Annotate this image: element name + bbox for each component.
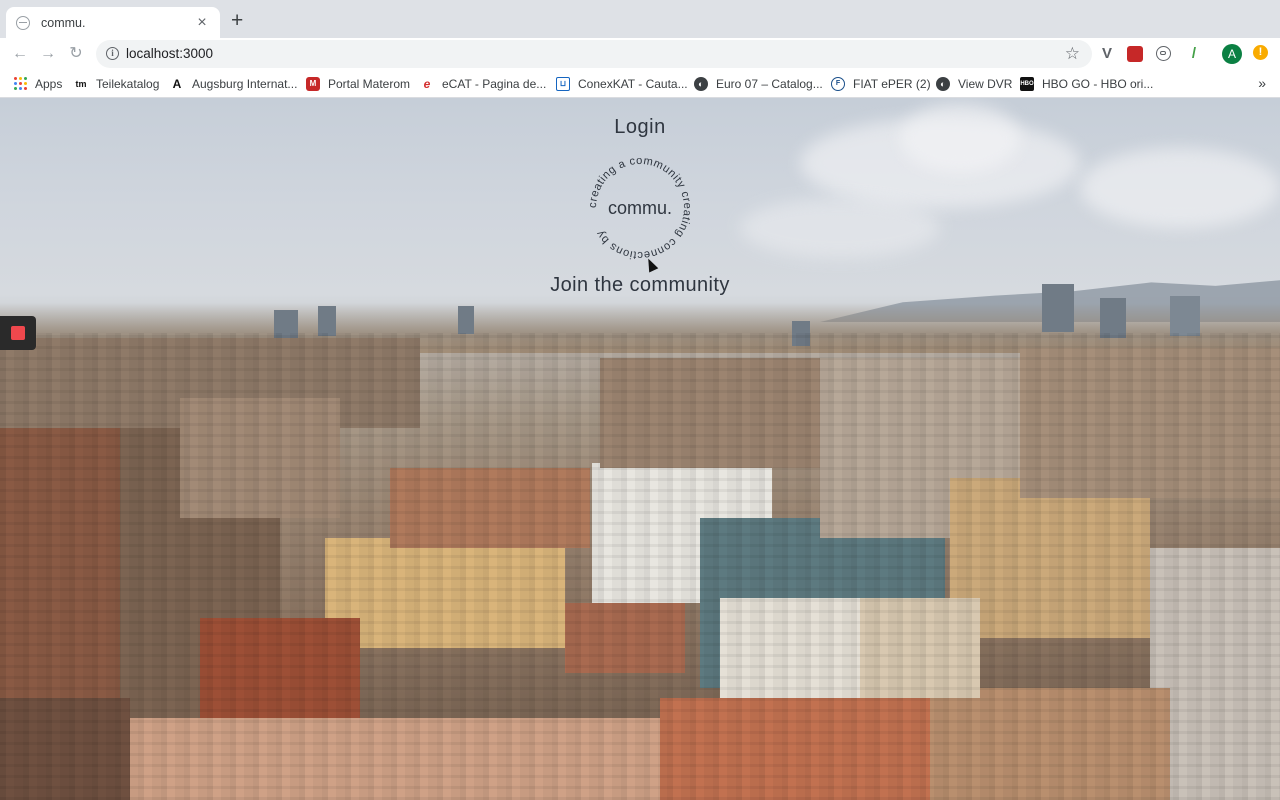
brush-extension-icon[interactable]: / (1185, 45, 1203, 63)
profile-avatar[interactable]: A (1222, 44, 1242, 64)
page-content: Login creating a community creating conn… (0, 98, 1280, 800)
bookmark-ecat[interactable]: e eCAT - Pagina de... (420, 70, 547, 97)
bookmarks-bar: Apps tm Teilekatalog A Augsburg Internat… (0, 70, 1280, 98)
site-info-icon[interactable]: i (106, 47, 119, 60)
bookmark-euro07[interactable]: ◐ Euro 07 – Catalog... (694, 70, 823, 97)
city-texture (0, 333, 1280, 800)
materom-icon: M (306, 76, 320, 91)
vivaldi-extension-icon[interactable]: V (1098, 45, 1116, 63)
fiat-icon: F (831, 76, 845, 91)
skyline-tower (458, 306, 474, 334)
bookmark-apps[interactable]: Apps (13, 70, 62, 97)
tab-title: commu. (41, 15, 86, 30)
bookmark-teilekatalog[interactable]: tm Teilekatalog (74, 70, 160, 97)
close-tab-icon[interactable]: × (194, 14, 210, 31)
globe-icon: ◐ (694, 76, 708, 91)
hbo-icon: HBO (1020, 76, 1034, 91)
bookmark-star-icon[interactable]: ☆ (1065, 44, 1080, 64)
globe-icon: ◐ (936, 76, 950, 91)
skyline-tower (1170, 296, 1200, 336)
join-community-link[interactable]: Join the community (0, 274, 1280, 297)
skyline-tower (1100, 298, 1126, 338)
login-link[interactable]: Login (0, 116, 1280, 139)
record-button[interactable] (0, 316, 36, 350)
update-alert-icon[interactable]: ! (1253, 45, 1268, 60)
bookmark-label: FIAT ePER (2) (853, 76, 931, 91)
reload-button[interactable]: ↻ (65, 43, 87, 65)
address-bar[interactable]: i localhost:3000 ☆ (96, 40, 1092, 68)
skyline-tower (318, 306, 336, 336)
back-button[interactable]: ← (9, 43, 31, 65)
globe-icon (16, 15, 30, 30)
new-tab-button[interactable]: + (231, 10, 243, 31)
tm-icon: tm (75, 78, 87, 89)
commu-logo: creating a community creating connection… (587, 155, 693, 261)
bookmark-hbo-go[interactable]: HBO HBO GO - HBO ori... (1020, 70, 1153, 97)
browser-tab[interactable]: commu. × (6, 7, 220, 38)
bookmark-label: eCAT - Pagina de... (442, 76, 547, 91)
red-extension-icon[interactable] (1127, 46, 1143, 62)
bookmark-portal-materom[interactable]: M Portal Materom (306, 70, 410, 97)
bookmark-label: Apps (35, 76, 63, 91)
bookmark-label: Euro 07 – Catalog... (716, 76, 823, 91)
bookmark-label: HBO GO - HBO ori... (1042, 76, 1154, 91)
bookmark-label: ConexKAT - Cauta... (578, 76, 688, 91)
cloud-shape (740, 198, 940, 258)
ecat-icon: e (423, 76, 431, 91)
browser-toolbar: ← → ↻ i localhost:3000 ☆ V / A ! (0, 38, 1280, 70)
cookie-extension-icon[interactable] (1156, 46, 1171, 61)
tab-strip: commu. × + (0, 0, 1280, 38)
augsburg-icon: A (172, 76, 182, 91)
address-url[interactable]: localhost:3000 (126, 46, 213, 61)
cloud-shape (1080, 148, 1280, 228)
stop-icon (11, 326, 25, 340)
bookmark-label: Augsburg Internat... (192, 76, 298, 91)
bookmark-label: Teilekatalog (96, 76, 160, 91)
more-bookmarks-button[interactable]: » (1258, 75, 1266, 91)
bookmark-augsburg[interactable]: A Augsburg Internat... (170, 70, 298, 97)
cart-icon: ⊔ (556, 76, 570, 91)
bookmark-label: View DVR (958, 76, 1013, 91)
bookmark-fiat-eper[interactable]: F FIAT ePER (2) (831, 70, 931, 97)
forward-button[interactable]: → (37, 43, 59, 65)
bookmark-view-dvr[interactable]: ◐ View DVR (936, 70, 1012, 97)
bookmark-conexkat[interactable]: ⊔ ConexKAT - Cauta... (556, 70, 688, 97)
apps-grid-icon (13, 77, 27, 91)
logo-text: commu. (608, 198, 672, 218)
bookmark-label: Portal Materom (328, 76, 411, 91)
